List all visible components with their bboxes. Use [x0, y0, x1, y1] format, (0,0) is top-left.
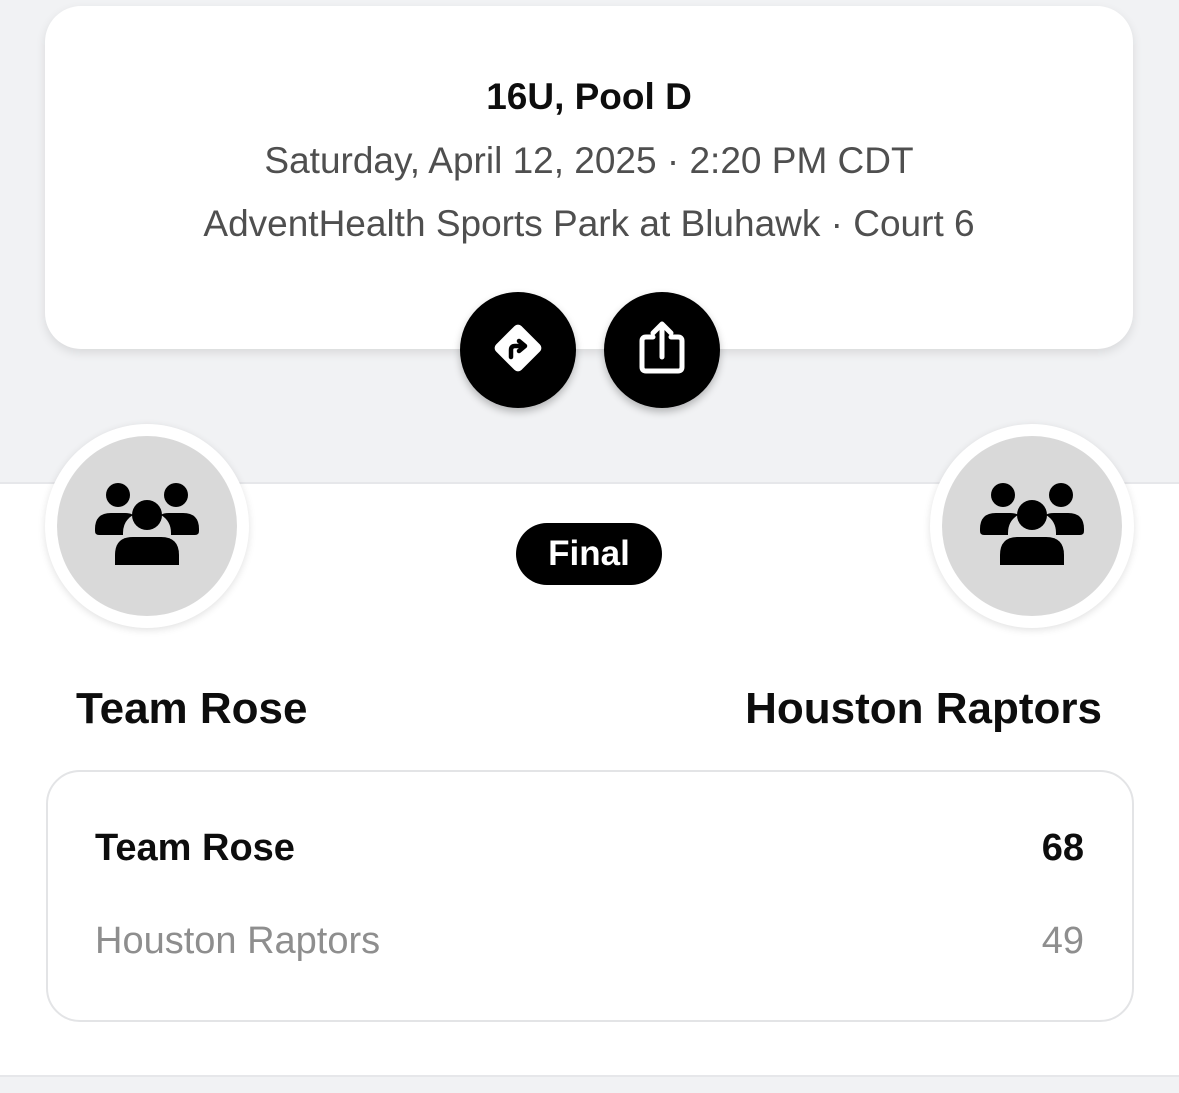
directions-sign-icon	[487, 317, 549, 384]
game-info-card: 16U, Pool D Saturday, April 12, 2025 · 2…	[45, 6, 1133, 349]
share-icon	[631, 317, 693, 384]
away-team-avatar-inner	[942, 436, 1122, 616]
division-pool-title: 16U, Pool D	[486, 76, 692, 117]
score-row: Houston Raptors 49	[95, 920, 1084, 963]
home-team-avatar-inner	[57, 436, 237, 616]
team-group-icon	[93, 481, 201, 572]
score-team-name: Team Rose	[95, 827, 295, 869]
game-datetime: Saturday, April 12, 2025 · 2:20 PM CDT	[264, 140, 914, 181]
away-team-name[interactable]: Houston Raptors	[745, 684, 1102, 734]
score-value: 68	[1041, 827, 1084, 869]
away-team-avatar[interactable]	[930, 424, 1134, 628]
team-group-icon	[978, 481, 1086, 572]
home-team-name[interactable]: Team Rose	[76, 684, 308, 734]
directions-button[interactable]	[460, 292, 576, 408]
section-divider	[0, 1075, 1179, 1093]
score-row: Team Rose 68	[95, 827, 1084, 870]
game-location: AdventHealth Sports Park at Bluhawk · Co…	[203, 203, 975, 244]
scoreboard-card: Team Rose 68 Houston Raptors 49	[46, 770, 1134, 1022]
score-value: 49	[1041, 920, 1084, 962]
home-team-avatar[interactable]	[45, 424, 249, 628]
game-status-badge: Final	[516, 523, 662, 585]
share-button[interactable]	[604, 292, 720, 408]
score-team-name: Houston Raptors	[95, 920, 381, 962]
